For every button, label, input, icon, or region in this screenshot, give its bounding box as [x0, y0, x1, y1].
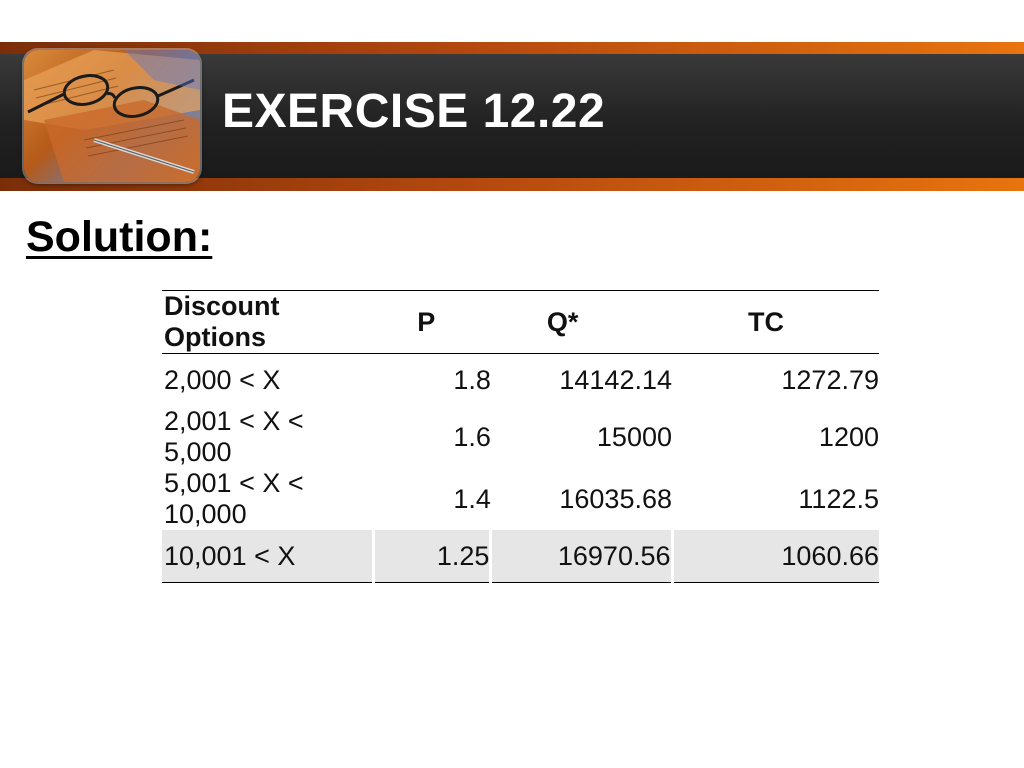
cell-q-star: 14142.14 [559, 364, 672, 395]
header-p: P [417, 306, 436, 337]
cell-tc: 1122.5 [798, 483, 879, 514]
cell-discount-option: 2,000 < X [164, 364, 281, 395]
solution-heading: Solution: [26, 213, 213, 261]
cell-q-star: 16970.56 [489, 530, 672, 583]
glasses-on-financial-papers-image [24, 50, 200, 182]
slide-title: EXERCISE 12.22 [222, 85, 606, 138]
cell-p: 1.6 [453, 421, 491, 452]
cell-tc: 1200 [818, 421, 879, 452]
cell-tc: 1272.79 [781, 364, 879, 395]
cell-p: 1.4 [453, 483, 491, 514]
table-row-highlighted: 10,001 < X 1.25 16970.56 1060.66 [162, 530, 879, 583]
cell-p: 1.25 [371, 530, 491, 583]
discount-options-table: Discount Options P Q* TC 2,000 < X 1.8 1… [162, 290, 879, 583]
table-header-row: Discount Options P Q* TC [162, 290, 879, 354]
table-row: 2,001 < X < 5,000 1.6 15000 1200 [162, 406, 879, 468]
cell-discount-option: 10,001 < X [162, 530, 374, 583]
header-discount-options: Discount Options [164, 291, 280, 352]
cell-tc: 1060.66 [670, 530, 879, 583]
cell-discount-option: 2,001 < X < 5,000 [164, 406, 304, 467]
cell-discount-option: 5,001 < X < 10,000 [164, 468, 304, 529]
cell-p: 1.8 [453, 364, 491, 395]
header-tc: TC [748, 306, 784, 337]
table-row: 5,001 < X < 10,000 1.4 16035.68 1122.5 [162, 468, 879, 530]
header-q-star: Q* [546, 306, 579, 337]
cell-q-star: 15000 [596, 421, 672, 452]
table-row: 2,000 < X 1.8 14142.14 1272.79 [162, 354, 879, 407]
cell-q-star: 16035.68 [559, 483, 672, 514]
